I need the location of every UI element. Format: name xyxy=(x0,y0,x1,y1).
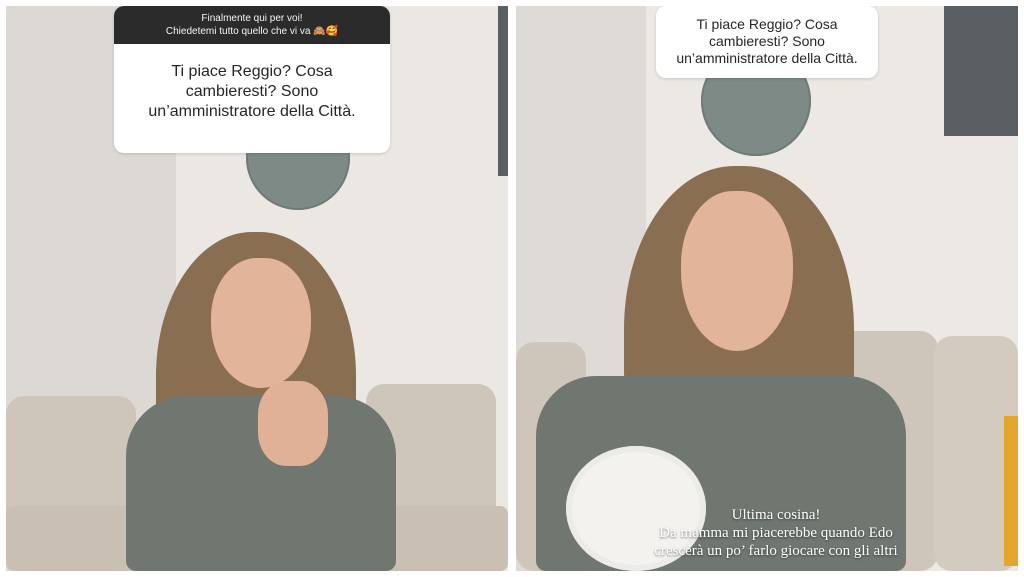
dark-frame-edge xyxy=(498,6,508,176)
person-face xyxy=(211,258,311,388)
question-header-line1: Finalmente qui per voi! xyxy=(201,13,303,24)
caption-line3: crescerà un po’ farlo giocare con gli al… xyxy=(654,543,898,559)
wall-picture xyxy=(944,6,1018,136)
question-header-line2: Chiedetemi tutto quello che vi va 🙈🥰 xyxy=(165,26,339,37)
question-text: Ti piace Reggio? Cosa cambieresti? Sono … xyxy=(676,16,858,66)
caption-line1: Ultima cosina! xyxy=(731,507,821,523)
yellow-pillow xyxy=(1004,416,1018,566)
caption-line2: Da mamma mi piacerebbe quando Edo xyxy=(659,525,893,541)
person-face xyxy=(681,191,793,351)
right-story-frame: Ti piace Reggio? Cosa cambieresti? Sono … xyxy=(516,6,1018,571)
question-sticker: Finalmente qui per voi! Chiedetemi tutto… xyxy=(114,6,390,153)
question-sticker: Ti piace Reggio? Cosa cambieresti? Sono … xyxy=(656,6,878,78)
story-caption: Ultima cosina! Da mamma mi piacerebbe qu… xyxy=(616,506,936,560)
question-text: Ti piace Reggio? Cosa cambieresti? Sono … xyxy=(148,63,356,120)
left-story-frame: Finalmente qui per voi! Chiedetemi tutto… xyxy=(6,6,508,571)
clasped-hands xyxy=(258,381,328,466)
question-sticker-header: Finalmente qui per voi! Chiedetemi tutto… xyxy=(114,6,390,44)
